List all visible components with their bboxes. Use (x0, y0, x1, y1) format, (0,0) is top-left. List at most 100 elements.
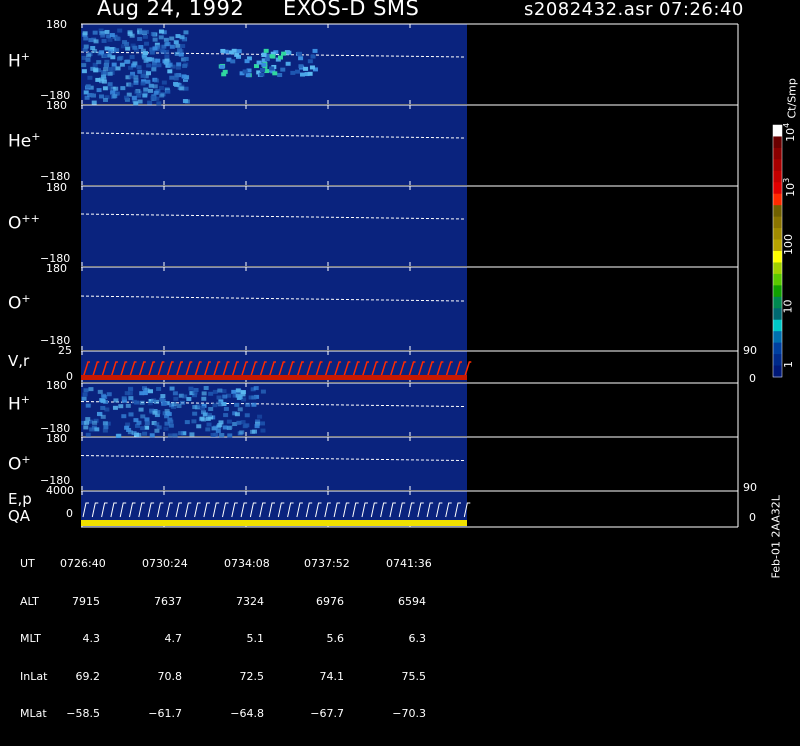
panel-4-label: O+ (8, 292, 31, 314)
panel-6-count-pixel (94, 427, 100, 432)
panel-1-count-pixel (169, 75, 175, 80)
colorbar-segment (773, 273, 782, 286)
panel-6-count-pixel (208, 407, 214, 412)
panel-6-count-pixel (260, 428, 266, 433)
panel-6-count-pixel (138, 407, 144, 412)
panel-3-label: O++ (8, 212, 40, 234)
panel-1-count-pixel (83, 44, 89, 49)
panel-1-count-pixel (164, 54, 170, 59)
panel-1-count-pixel (153, 78, 159, 83)
panel-1-count-pixel (156, 101, 162, 106)
panel-1-count-pixel (269, 54, 275, 59)
panel-1-count-pixel (261, 62, 267, 67)
panel-1-count-pixel (146, 57, 152, 62)
panel-1-count-pixel (101, 38, 107, 43)
panel-6-count-pixel (239, 430, 245, 435)
panel-1-count-pixel (104, 59, 110, 64)
panel-6-count-pixel (252, 429, 258, 434)
panel-1-count-pixel (269, 66, 275, 71)
panel-1-count-pixel (129, 55, 135, 60)
panel-1-count-pixel (129, 33, 135, 38)
panel-1-count-pixel (92, 30, 98, 35)
panel-1-count-pixel (99, 94, 105, 99)
panel-6-count-pixel (85, 432, 91, 437)
panel-1-count-pixel (150, 31, 156, 36)
panel-1-count-pixel (182, 99, 188, 104)
cell: 70.8 (157, 669, 183, 683)
cell: 4.3 (82, 632, 101, 645)
panel-6-count-pixel (226, 426, 232, 431)
cell: 7637 (154, 594, 182, 608)
panel-6-count-pixel (139, 400, 145, 405)
panel-1-count-pixel (103, 63, 109, 68)
panel-1-count-pixel (165, 89, 171, 94)
bottom-label: Feb-01 2AA32L (769, 495, 783, 579)
panel-1-count-pixel (152, 46, 158, 51)
panel-1-count-pixel (280, 67, 286, 72)
panel-1-count-pixel (106, 53, 112, 58)
panel-6-count-pixel (125, 403, 131, 408)
panel-1-count-pixel (107, 82, 113, 87)
panel-1-count-pixel (299, 72, 305, 77)
panel-6-count-pixel (217, 388, 223, 393)
panel-6-count-pixel (251, 395, 257, 400)
panel-6-count-pixel (156, 386, 162, 391)
cell: 6.3 (408, 632, 427, 645)
panel-1-count-pixel (303, 66, 309, 71)
panel-6-count-pixel (178, 431, 184, 436)
colorbar-segment (773, 216, 782, 229)
panel-6-count-pixel (136, 420, 142, 425)
panel-1-count-pixel (107, 37, 113, 42)
header-file: s2082432.asr (524, 0, 654, 20)
panel-1-count-pixel (307, 71, 313, 76)
panel-6-count-pixel (186, 397, 192, 402)
panel-6-count-pixel (149, 433, 155, 438)
panel-1-count-pixel (242, 69, 248, 74)
panel-2-data-area (81, 105, 467, 185)
panel-1-count-pixel (106, 34, 112, 39)
colorbar-tick-1e3: 103 (782, 177, 797, 197)
panel-6-count-pixel (106, 392, 112, 397)
panel-1-count-pixel (281, 51, 287, 56)
panel-6-count-pixel (176, 404, 182, 409)
panel-6-count-pixel (142, 431, 148, 436)
colorbar-unit: Ct/Smp (785, 78, 799, 119)
panel-1-count-pixel (136, 65, 142, 70)
panel-6-count-pixel (147, 401, 153, 406)
cell: 0726:40 (60, 557, 106, 570)
row-name: MLat (20, 707, 47, 720)
panel-1-count-pixel (139, 29, 145, 34)
colorbar-segment (773, 125, 782, 137)
panel-1-count-pixel (132, 61, 138, 66)
cell: 4.7 (164, 632, 183, 645)
cell: −67.7 (310, 707, 344, 720)
panel-6-count-pixel (184, 420, 190, 425)
panel-6-count-pixel (259, 421, 265, 426)
panel-1-count-pixel (88, 93, 94, 98)
panel-1-count-pixel (173, 76, 179, 81)
panel-1-count-pixel (115, 36, 121, 41)
colorbar-segment (773, 285, 782, 298)
panel-1-count-pixel (220, 48, 226, 53)
panel-1-count-pixel (123, 95, 129, 100)
panel-6-count-pixel (172, 433, 178, 438)
panel-1-count-pixel (103, 67, 109, 72)
panel-6-count-pixel (200, 405, 206, 410)
panel-6-count-pixel (217, 423, 223, 428)
panel-6-count-pixel (235, 393, 241, 398)
panel-6-count-pixel (116, 433, 122, 438)
panel-6-count-pixel (160, 394, 166, 399)
panel-4-data-area (81, 267, 467, 350)
panel-1-count-pixel (107, 85, 113, 90)
panel-6-count-pixel (152, 410, 158, 415)
panel-8-right-max: 90 (743, 481, 757, 494)
panel-6-count-pixel (100, 414, 106, 419)
cell: −70.3 (392, 707, 426, 720)
cell: 7915 (72, 594, 100, 608)
row-name: InLat (20, 669, 48, 683)
panel-1-count-pixel (158, 35, 164, 40)
panel-1-count-pixel (137, 99, 143, 104)
panel-6-label: H+ (8, 393, 31, 415)
panel-1-count-pixel (253, 64, 259, 69)
panel-1-count-pixel (93, 39, 99, 44)
